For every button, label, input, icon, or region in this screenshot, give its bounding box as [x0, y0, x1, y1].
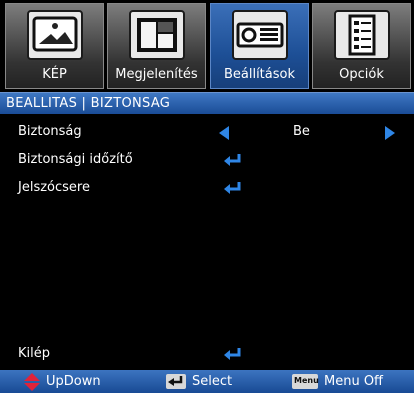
footer-updown-label: UpDown	[46, 374, 101, 389]
menu-item-biztonsagi-idozito[interactable]: Biztonsági időzítő	[0, 149, 414, 171]
footer-menu-off-label: Menu Off	[324, 374, 384, 389]
tab-megjelenites-label: Megjelenítés	[115, 67, 198, 82]
menu-item-label: Biztonság	[18, 124, 82, 139]
enter-icon	[224, 154, 241, 166]
menu-item-label: Biztonsági időzítő	[18, 152, 133, 167]
menu-item-jelszocsere[interactable]: Jelszócsere	[0, 177, 414, 199]
footer-select-label: Select	[192, 374, 233, 389]
tab-bar: KÉP Megjelenítés Beállítások Opciók	[0, 0, 414, 92]
arrow-left-icon[interactable]	[219, 126, 229, 140]
tab-megjelenites[interactable]: Megjelenítés	[107, 3, 206, 89]
tab-opciok-label: Opciók	[339, 67, 384, 82]
tab-beallitasok-label: Beállítások	[223, 67, 296, 82]
enter-icon	[224, 348, 241, 360]
menu-item-label: Kilép	[18, 346, 50, 361]
updown-icon	[24, 373, 40, 391]
tab-opciok[interactable]: Opciók	[312, 3, 411, 89]
tab-kep-label: KÉP	[42, 67, 67, 82]
enter-icon	[224, 182, 241, 194]
menu-body: Biztonság Be Biztonsági időzítő Jelszócs…	[0, 114, 414, 370]
projector-icon	[231, 10, 288, 60]
menu-key-label: Menu	[294, 376, 319, 385]
tab-kep[interactable]: KÉP	[5, 3, 104, 89]
enter-key-icon	[166, 374, 186, 389]
menu-item-kilep[interactable]: Kilép	[0, 343, 414, 365]
arrow-right-icon[interactable]	[385, 126, 395, 140]
menu-item-label: Jelszócsere	[18, 180, 90, 195]
section-title: BEALLITAS | BIZTONSAG	[6, 96, 171, 111]
tab-beallitasok[interactable]: Beállítások	[210, 3, 309, 89]
menu-item-biztonsag[interactable]: Biztonság Be	[0, 121, 414, 143]
picture-icon	[26, 10, 83, 60]
menu-item-value: Be	[293, 124, 310, 139]
options-icon	[333, 10, 390, 60]
footer-bar: UpDown Select Menu Menu Off	[0, 370, 414, 393]
section-header: BEALLITAS | BIZTONSAG	[0, 92, 414, 114]
osd-menu: KÉP Megjelenítés Beállítások Opciók BEAL…	[0, 0, 414, 393]
display-icon	[128, 10, 185, 60]
menu-key-icon: Menu	[292, 374, 319, 389]
